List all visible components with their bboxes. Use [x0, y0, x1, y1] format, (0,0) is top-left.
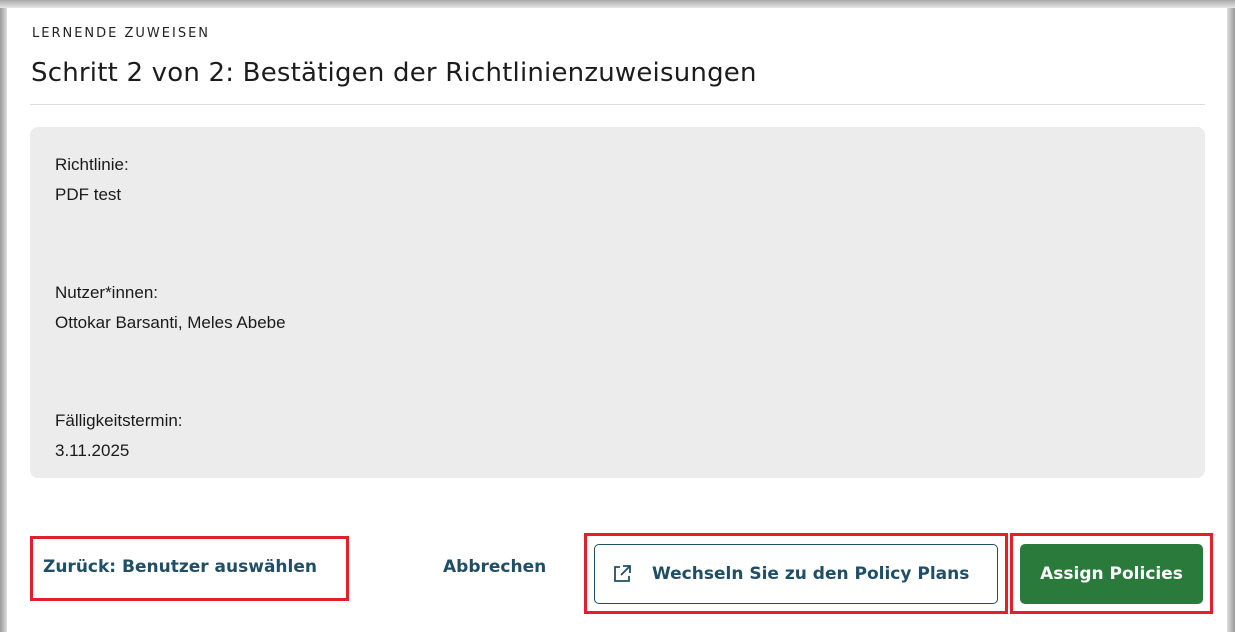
policy-label: Richtlinie:: [55, 155, 129, 174]
users-field: Nutzer*innen: Ottokar Barsanti, Meles Ab…: [55, 278, 286, 338]
cancel-button[interactable]: Abbrechen: [443, 557, 546, 577]
highlight-box-switch: [584, 533, 1008, 614]
window-frame: LERNENDE ZUWEISEN Schritt 2 von 2: Bestä…: [0, 0, 1235, 632]
highlight-box-assign: [1010, 533, 1213, 614]
users-value: Ottokar Barsanti, Meles Abebe: [55, 313, 286, 332]
due-date-value: 3.11.2025: [55, 441, 130, 460]
frame-left-edge: [0, 8, 7, 632]
title-divider: [30, 104, 1205, 105]
dialog-eyebrow: LERNENDE ZUWEISEN: [32, 26, 211, 41]
policy-field: Richtlinie: PDF test: [55, 150, 129, 210]
due-date-label: Fälligkeitstermin:: [55, 411, 183, 430]
frame-top-edge: [0, 0, 1235, 8]
assignment-summary: Richtlinie: PDF test Nutzer*innen: Ottok…: [30, 127, 1205, 478]
highlight-box-back: [30, 536, 349, 601]
policy-value: PDF test: [55, 185, 122, 204]
due-date-field: Fälligkeitstermin: 3.11.2025: [55, 406, 183, 466]
dialog-title: Schritt 2 von 2: Bestätigen der Richtlin…: [31, 58, 757, 88]
users-label: Nutzer*innen:: [55, 283, 159, 302]
frame-right-edge: [1227, 8, 1235, 632]
